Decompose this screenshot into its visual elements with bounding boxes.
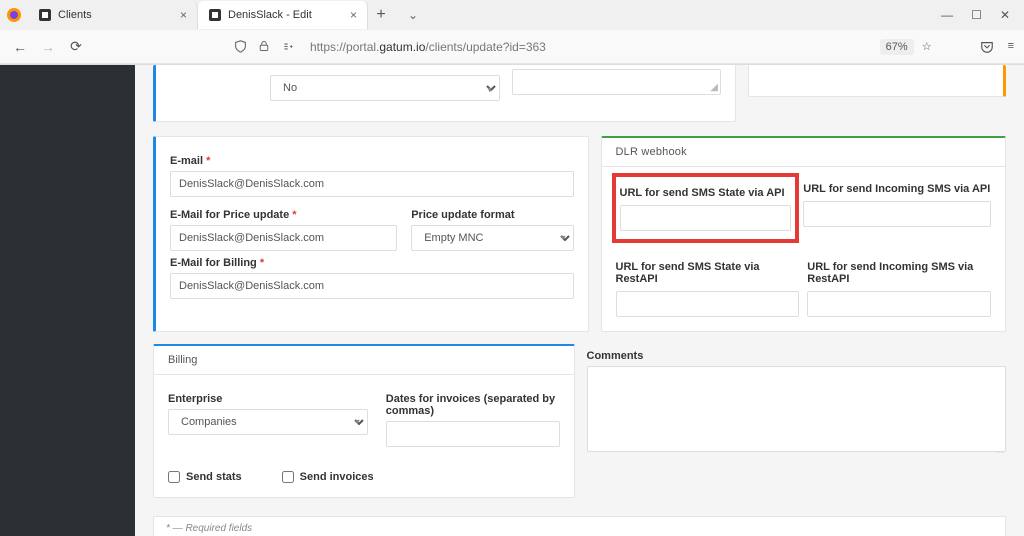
top-select[interactable]: No — [270, 75, 500, 101]
top-left-card: No ◢ — [153, 65, 736, 122]
dlr-sms-state-rest-label: URL for send SMS State via RestAPI — [616, 261, 800, 285]
price-email-field[interactable] — [170, 225, 397, 251]
enterprise-label: Enterprise — [168, 393, 368, 405]
send-stats-checkbox[interactable]: Send stats — [168, 471, 242, 483]
comments-block: Comments ◢ — [587, 344, 1007, 498]
url-path: /clients/update?id=363 — [425, 40, 545, 54]
dlr-sms-state-api-label: URL for send SMS State via API — [620, 187, 792, 199]
close-icon[interactable]: × — [350, 8, 357, 22]
email-field[interactable] — [170, 171, 574, 197]
dlr-sms-state-rest-input[interactable] — [616, 291, 800, 317]
tab-bar: Clients × DenisSlack - Edit × + ⌄ — ☐ ✕ — [0, 0, 1024, 30]
reload-icon[interactable]: ⟳ — [66, 38, 86, 55]
price-email-label: E-Mail for Price update * — [170, 209, 397, 221]
close-icon[interactable]: × — [180, 8, 187, 22]
url-display[interactable]: https://portal.gatum.io/clients/update?i… — [306, 40, 872, 54]
browser-chrome: Clients × DenisSlack - Edit × + ⌄ — ☐ ✕ … — [0, 0, 1024, 65]
tab-title: DenisSlack - Edit — [228, 9, 344, 21]
lock-icon[interactable] — [258, 40, 274, 53]
email-label: E-mail * — [170, 155, 574, 167]
resize-handle-icon: ◢ — [710, 82, 718, 93]
shield-icon[interactable] — [234, 40, 250, 53]
maximize-icon[interactable]: ☐ — [971, 8, 982, 22]
dlr-sms-state-api-highlight: URL for send SMS State via API — [612, 173, 800, 243]
billing-card: Billing Enterprise Companies Dates for i… — [153, 344, 575, 498]
pocket-icon[interactable] — [980, 40, 994, 54]
close-window-icon[interactable]: ✕ — [1000, 8, 1010, 22]
invoice-dates-input[interactable] — [386, 421, 560, 447]
send-invoices-box[interactable] — [282, 471, 294, 483]
send-stats-box[interactable] — [168, 471, 180, 483]
page: No ◢ E-mail * — [0, 65, 1024, 536]
dlr-incoming-rest-label: URL for send Incoming SMS via RestAPI — [807, 261, 991, 285]
billing-email-label: E-Mail for Billing * — [170, 257, 574, 269]
zoom-level[interactable]: 67% — [880, 39, 914, 55]
new-tab-button[interactable]: + — [368, 6, 394, 24]
firefox-icon — [0, 1, 28, 29]
dlr-header: DLR webhook — [602, 138, 1006, 167]
top-textarea[interactable]: ◢ — [512, 69, 721, 95]
comments-label: Comments — [587, 350, 1007, 362]
billing-header: Billing — [154, 346, 574, 375]
tab-favicon-icon — [38, 8, 52, 22]
minimize-icon[interactable]: — — [941, 8, 953, 22]
required-fields-note: * — Required fields — [153, 516, 1006, 536]
dlr-incoming-api-label: URL for send Incoming SMS via API — [803, 183, 991, 195]
address-right-icons: ☆ ≡ — [922, 40, 1014, 54]
dlr-incoming-rest-input[interactable] — [807, 291, 991, 317]
enterprise-select[interactable]: Companies — [168, 409, 368, 435]
address-bar: ← → ⟳ https://portal.gatum.io/clients/up… — [0, 30, 1024, 64]
url-prefix: https://portal. — [310, 40, 379, 54]
address-security-icons — [234, 40, 298, 53]
tab-clients[interactable]: Clients × — [28, 1, 198, 29]
tab-favicon-icon — [208, 8, 222, 22]
back-icon[interactable]: ← — [10, 39, 30, 55]
invoice-dates-label: Dates for invoices (separated by commas) — [386, 393, 560, 417]
sidebar-dark — [0, 65, 135, 536]
comments-textarea[interactable] — [587, 366, 1007, 452]
dlr-webhook-card: DLR webhook URL for send SMS State via A… — [601, 136, 1007, 332]
window-controls: — ☐ ✕ — [941, 8, 1024, 22]
email-card: E-mail * E-Mail for Price update * Price… — [153, 136, 589, 332]
content: No ◢ E-mail * — [135, 65, 1024, 536]
tab-title: Clients — [58, 9, 174, 21]
chevron-down-icon[interactable]: ⌄ — [394, 8, 432, 22]
price-format-label: Price update format — [411, 209, 573, 221]
bookmark-icon[interactable]: ☆ — [922, 40, 932, 54]
permissions-icon[interactable] — [282, 40, 298, 53]
forward-icon[interactable]: → — [38, 39, 58, 55]
dlr-incoming-api-input[interactable] — [803, 201, 991, 227]
price-format-select[interactable]: Empty MNC — [411, 225, 573, 251]
send-invoices-checkbox[interactable]: Send invoices — [282, 471, 374, 483]
billing-email-field[interactable] — [170, 273, 574, 299]
tab-denisslack-edit[interactable]: DenisSlack - Edit × — [198, 1, 368, 29]
url-domain: gatum.io — [379, 40, 425, 54]
top-right-card — [748, 65, 1006, 97]
menu-icon[interactable]: ≡ — [1008, 40, 1014, 54]
dlr-sms-state-api-input[interactable] — [620, 205, 792, 231]
